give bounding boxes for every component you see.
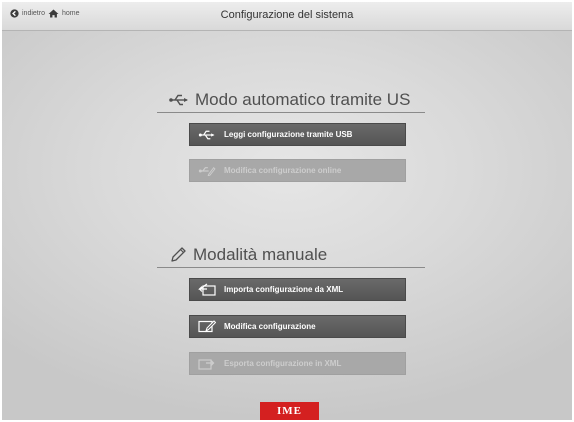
config-screen: indietro home Configurazione del sistema… <box>0 0 574 422</box>
read-usb-config-button[interactable]: Leggi configurazione tramite USB <box>189 123 406 146</box>
export-icon <box>198 359 215 370</box>
edit-icon <box>198 320 216 333</box>
edit-online-config-label: Modifica configurazione online <box>224 166 342 175</box>
pencil-icon <box>171 247 186 262</box>
ime-logo: IME <box>260 402 319 420</box>
edit-config-label: Modifica configurazione <box>224 322 316 331</box>
edit-online-config-button[interactable]: Modifica configurazione online <box>189 159 406 182</box>
usb-icon <box>169 94 188 106</box>
edit-config-button[interactable]: Modifica configurazione <box>189 315 406 338</box>
usb-icon <box>198 130 215 139</box>
manual-section-label: Modalità manuale <box>193 245 328 264</box>
import-xml-label: Importa configurazione da XML <box>224 285 344 294</box>
top-bar: indietro home Configurazione del sistema <box>2 2 572 31</box>
usb-edit-icon <box>198 166 216 176</box>
page-title: Configurazione del sistema <box>220 9 354 21</box>
import-icon <box>198 283 216 296</box>
export-xml-button[interactable]: Esporta configurazione in XML <box>189 352 406 375</box>
import-xml-button[interactable]: Importa configurazione da XML <box>189 278 406 301</box>
manual-section-divider <box>157 267 425 268</box>
usb-section-title: Modo automatico tramite US <box>169 90 410 110</box>
export-xml-label: Esporta configurazione in XML <box>224 359 342 368</box>
read-usb-config-label: Leggi configurazione tramite USB <box>224 130 353 139</box>
usb-section-divider <box>157 112 425 113</box>
usb-section-label: Modo automatico tramite US <box>195 90 411 109</box>
manual-section-title: Modalità manuale <box>169 245 327 265</box>
